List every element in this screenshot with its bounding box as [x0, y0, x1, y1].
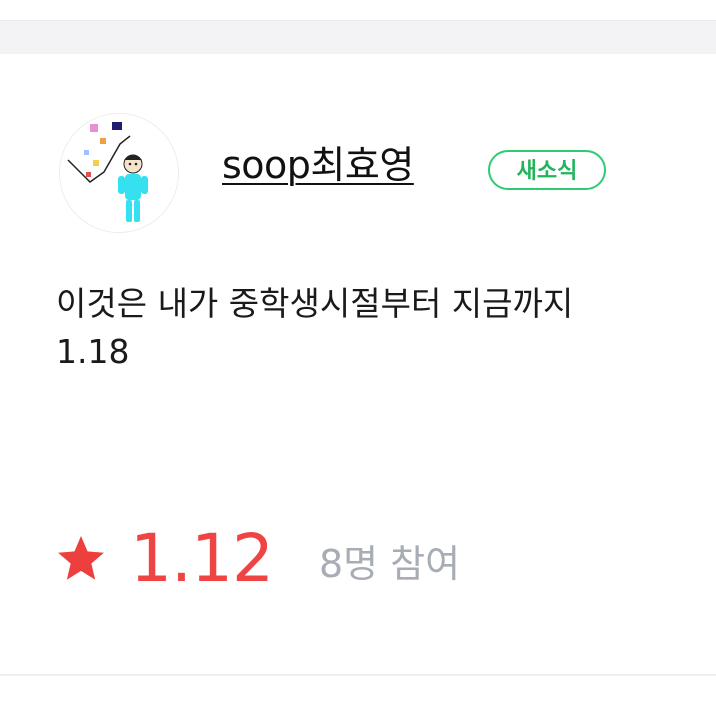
post-content[interactable]: 이것은 내가 중학생시절부터 지금까지 1.18 — [56, 280, 716, 376]
rating-summary[interactable]: 1.12 8명 참여 — [54, 524, 460, 594]
author-name[interactable]: soop최효영 — [222, 146, 414, 184]
news-badge: 새소식 — [488, 150, 606, 190]
post-card[interactable]: soop최효영 새소식 이것은 내가 중학생시절부터 지금까지 1.18 1.1… — [0, 54, 716, 674]
rating-score: 1.12 — [130, 520, 274, 597]
content-line: 이것은 내가 중학생시절부터 지금까지 — [56, 284, 574, 323]
star-icon — [58, 536, 104, 580]
profile-drawing-icon — [60, 114, 178, 232]
avatar[interactable] — [60, 114, 178, 232]
participant-count: 8명 참여 — [318, 542, 461, 586]
content-line: 1.18 — [56, 332, 130, 371]
section-separator — [0, 20, 716, 55]
divider — [0, 674, 716, 676]
top-strip — [0, 0, 716, 20]
